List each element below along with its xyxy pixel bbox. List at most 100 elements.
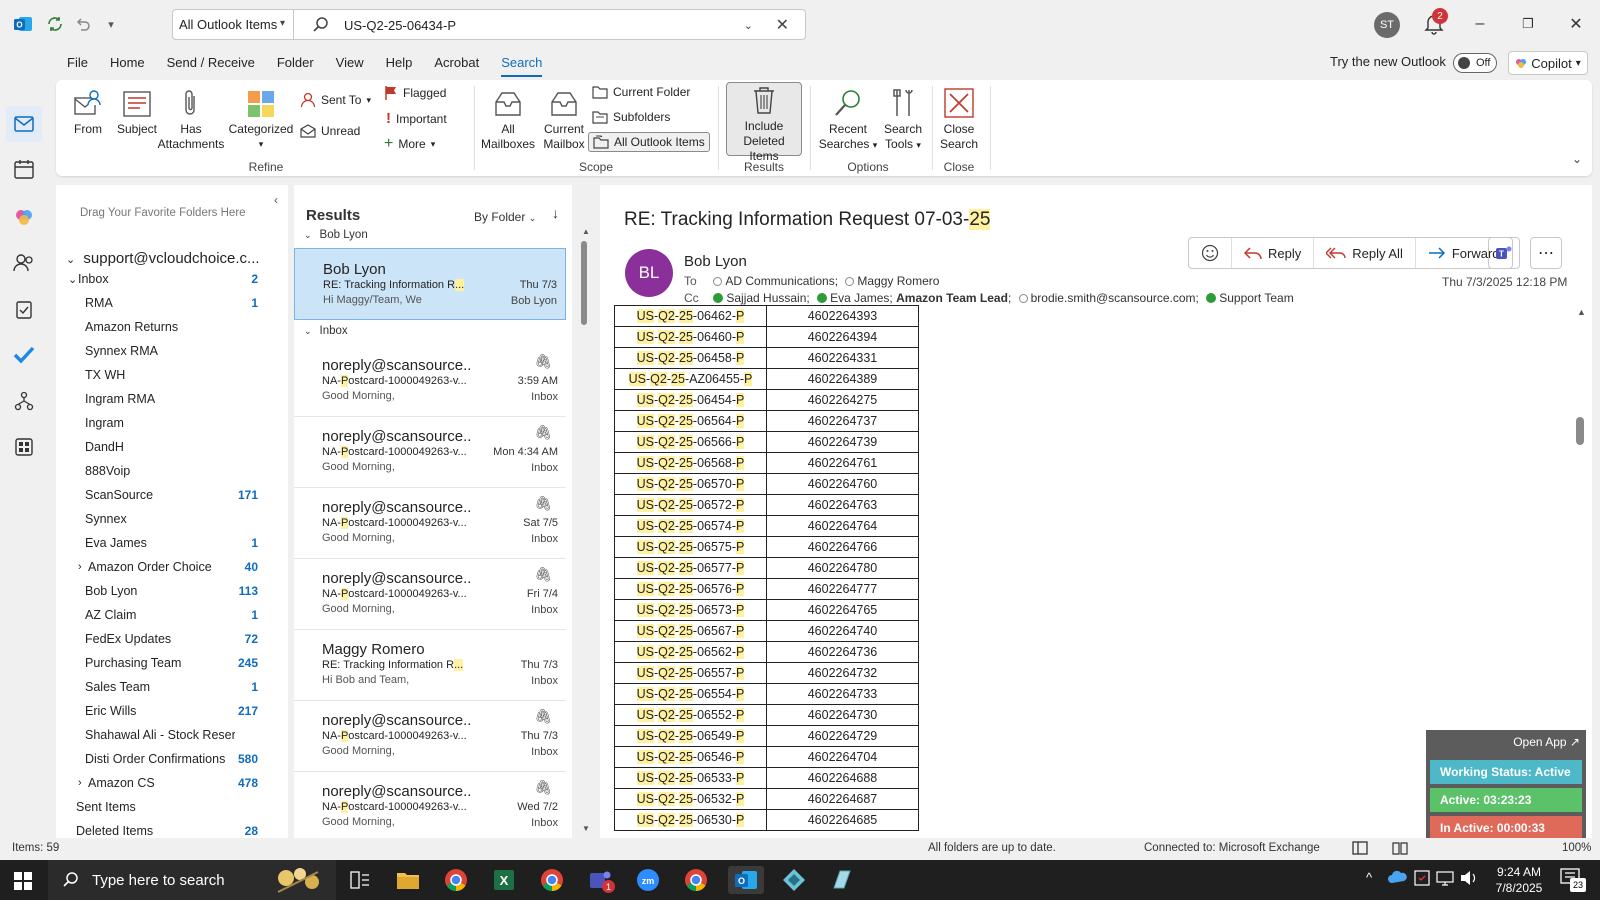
- folder-item[interactable]: Bob Lyon 113: [56, 579, 288, 603]
- folder-item[interactable]: 888Voip: [56, 459, 288, 483]
- customize-qat-icon[interactable]: ▾: [100, 13, 122, 35]
- recent-searches-button[interactable]: Recent Searches ▾: [818, 84, 878, 153]
- taskbar-search[interactable]: Type here to search: [48, 860, 336, 900]
- network-icon[interactable]: [1436, 870, 1454, 886]
- sent-to-button[interactable]: Sent To ▾: [300, 92, 371, 108]
- security-icon[interactable]: [1414, 870, 1430, 886]
- outlook-taskbar-icon[interactable]: O: [728, 866, 764, 894]
- app-notes-icon[interactable]: [828, 866, 856, 894]
- all-mailboxes-button[interactable]: All Mailboxes: [480, 84, 536, 152]
- message-item[interactable]: Maggy Romero RE: Tracking Information R..…: [294, 629, 566, 701]
- scroll-thumb[interactable]: [1576, 417, 1584, 445]
- search-tools-button[interactable]: Search Tools ▾: [878, 84, 928, 153]
- file-explorer-icon[interactable]: [394, 866, 422, 894]
- message-item[interactable]: Bob Lyon RE: Tracking Information R... Hi …: [294, 248, 566, 320]
- folder-item[interactable]: ScanSource 171: [56, 483, 288, 507]
- open-app-link[interactable]: Open App ↗: [1513, 735, 1580, 749]
- restore-icon[interactable]: ❐: [1516, 12, 1540, 36]
- more-button[interactable]: + More ▾: [384, 135, 435, 153]
- close-window-icon[interactable]: ✕: [1564, 12, 1588, 36]
- important-button[interactable]: ! Important: [386, 110, 447, 127]
- reply-all-button[interactable]: Reply All: [1314, 238, 1416, 268]
- zoom-icon[interactable]: zm: [634, 866, 662, 894]
- account-header[interactable]: ⌄ support@vcloudchoice.c...: [66, 250, 260, 267]
- folder-item[interactable]: Synnex: [56, 507, 288, 531]
- reply-button[interactable]: Reply: [1232, 238, 1315, 268]
- copilot-icon[interactable]: [11, 204, 37, 230]
- folder-item[interactable]: Sent Items: [56, 795, 288, 819]
- recipient[interactable]: AD Communications;: [725, 274, 838, 288]
- unread-button[interactable]: Unread: [300, 124, 360, 138]
- menu-send-receive[interactable]: Send / Receive: [156, 48, 266, 78]
- recipient[interactable]: Maggy Romero: [857, 274, 939, 288]
- current-mailbox-button[interactable]: Current Mailbox: [536, 84, 592, 152]
- search-box[interactable]: ⌄ ✕: [294, 9, 806, 40]
- collapse-ribbon-icon[interactable]: ⌄: [1572, 152, 1582, 166]
- excel-icon[interactable]: X: [490, 866, 518, 894]
- folder-item[interactable]: Disti Order Confirmations 580: [56, 747, 288, 771]
- folder-item[interactable]: TX WH: [56, 363, 288, 387]
- include-deleted-items-button[interactable]: Include Deleted Items: [726, 82, 802, 163]
- chevron-right-icon[interactable]: ›: [78, 777, 82, 789]
- chevron-right-icon[interactable]: ›: [78, 561, 82, 573]
- windows-start-icon[interactable]: [14, 872, 32, 890]
- chrome-icon[interactable]: [442, 866, 470, 894]
- sort-direction-icon[interactable]: ↓: [552, 205, 559, 221]
- menu-home[interactable]: Home: [99, 48, 156, 78]
- volume-icon[interactable]: [1460, 870, 1478, 886]
- recipient[interactable]: Sajjad Hussain;: [726, 291, 809, 305]
- todo-icon[interactable]: [11, 342, 37, 368]
- folder-item[interactable]: FedEx Updates 72: [56, 627, 288, 651]
- search-input[interactable]: [344, 15, 724, 35]
- sender-avatar[interactable]: BL: [625, 249, 673, 297]
- apps-icon[interactable]: [11, 434, 37, 460]
- org-explorer-icon[interactable]: [11, 388, 37, 414]
- folder-item[interactable]: Ingram RMA: [56, 387, 288, 411]
- more-actions-icon[interactable]: ⋯: [1530, 237, 1562, 269]
- tasks-icon[interactable]: [11, 296, 37, 322]
- subject-button[interactable]: Subject: [114, 84, 160, 137]
- close-search-button[interactable]: Close Search: [936, 84, 982, 152]
- folder-item[interactable]: Sales Team 1: [56, 675, 288, 699]
- menu-folder[interactable]: Folder: [266, 48, 325, 78]
- folder-item[interactable]: ⌄ Inbox 2: [56, 267, 288, 291]
- scroll-up-icon[interactable]: ▲: [1577, 307, 1586, 317]
- has-attachments-button[interactable]: Has Attachments: [156, 84, 226, 152]
- copilot-button[interactable]: Copilot ▾: [1508, 51, 1588, 75]
- all-outlook-items-button[interactable]: All Outlook Items: [588, 132, 710, 152]
- folder-item[interactable]: AZ Claim 1: [56, 603, 288, 627]
- message-item[interactable]: noreply@scansource.... NA-Postcard-100004…: [294, 771, 566, 843]
- recipient[interactable]: brodie.smith@scansource.com;: [1031, 291, 1199, 305]
- folder-item[interactable]: Synnex RMA: [56, 339, 288, 363]
- folder-item[interactable]: DandH: [56, 435, 288, 459]
- recipient[interactable]: Support Team: [1219, 291, 1294, 305]
- menu-help[interactable]: Help: [375, 48, 424, 78]
- folder-item[interactable]: Eva James 1: [56, 531, 288, 555]
- current-folder-button[interactable]: Current Folder: [592, 85, 690, 99]
- sender-name[interactable]: Bob Lyon: [684, 253, 747, 270]
- menu-file[interactable]: File: [56, 48, 99, 78]
- menu-search[interactable]: Search: [490, 48, 553, 78]
- folder-item[interactable]: › Amazon Order Choice 40: [56, 555, 288, 579]
- message-item[interactable]: noreply@scansource.... NA-Postcard-100004…: [294, 487, 566, 559]
- menu-acrobat[interactable]: Acrobat: [423, 48, 490, 78]
- scroll-up-icon[interactable]: ▲: [582, 227, 590, 236]
- message-item[interactable]: noreply@scansource.... NA-Postcard-100004…: [294, 558, 566, 630]
- onedrive-icon[interactable]: [1388, 870, 1408, 884]
- calendar-icon[interactable]: [11, 156, 37, 182]
- message-item[interactable]: noreply@scansource.... NA-Postcard-100004…: [294, 700, 566, 772]
- notification-center-icon[interactable]: 23: [1560, 868, 1586, 892]
- recipient[interactable]: Amazon Team Lead: [896, 291, 1008, 305]
- chevron-down-icon[interactable]: ⌄: [68, 273, 77, 286]
- sort-by-dropdown[interactable]: By Folder ⌄: [474, 210, 536, 224]
- try-new-outlook-toggle[interactable]: Off: [1453, 53, 1497, 73]
- sync-icon[interactable]: [44, 13, 66, 35]
- from-button[interactable]: From: [70, 84, 106, 137]
- collapse-pane-icon[interactable]: ‹: [274, 193, 278, 207]
- tray-overflow-icon[interactable]: ^: [1366, 870, 1372, 885]
- categorized-button[interactable]: Categorized ▾: [226, 84, 296, 152]
- reading-view-icon[interactable]: [1392, 841, 1408, 855]
- minimize-icon[interactable]: –: [1468, 12, 1492, 36]
- menu-view[interactable]: View: [325, 48, 375, 78]
- flagged-button[interactable]: Flagged: [384, 85, 446, 101]
